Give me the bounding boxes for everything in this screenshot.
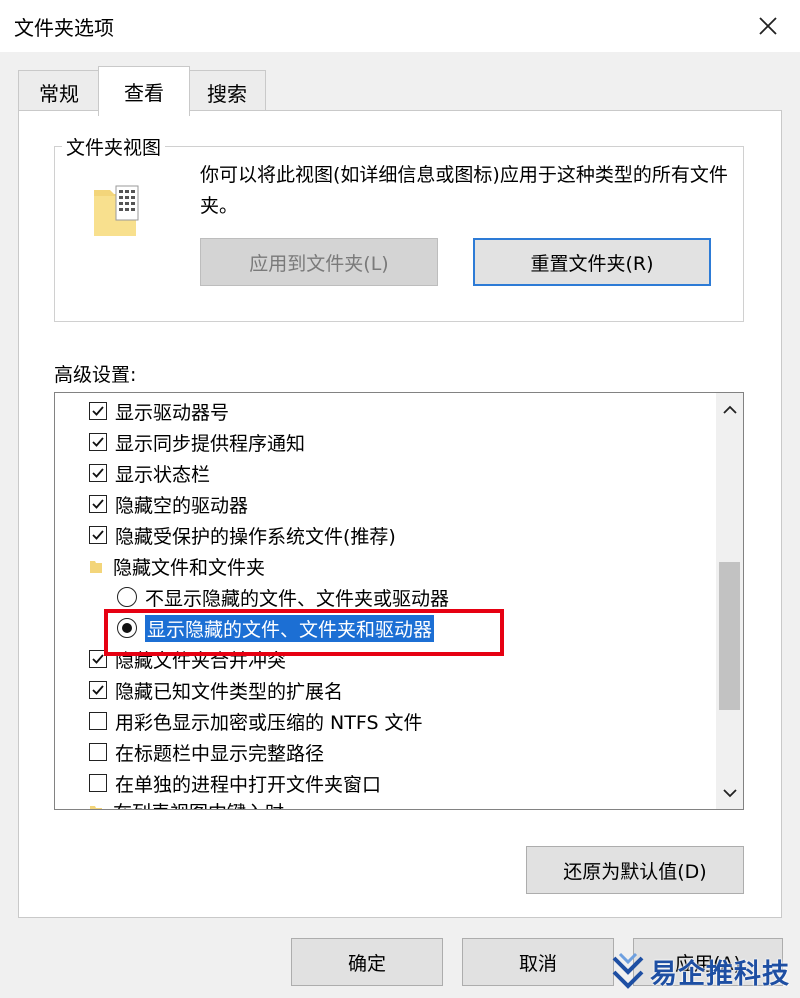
list-item[interactable]: 隐藏空的驱动器 bbox=[89, 489, 248, 519]
list-item[interactable]: 不显示隐藏的文件、文件夹或驱动器 bbox=[117, 582, 449, 612]
check-icon bbox=[92, 654, 104, 664]
list-item[interactable]: 显示同步提供程序通知 bbox=[89, 427, 305, 457]
advanced-settings-list[interactable]: 显示驱动器号 显示同步提供程序通知 显示状态栏 隐藏空的驱动器 隐藏受保护的操作… bbox=[54, 392, 744, 810]
title-bar bbox=[0, 0, 800, 52]
item-label: 在列表视图中键入时 bbox=[113, 798, 284, 810]
cancel-button[interactable]: 取消 bbox=[462, 938, 614, 986]
highlight-annotation bbox=[104, 609, 504, 656]
list-item[interactable]: 用彩色显示加密或压缩的 NTFS 文件 bbox=[89, 706, 423, 736]
item-label: 隐藏空的驱动器 bbox=[115, 494, 249, 517]
checkbox[interactable] bbox=[89, 681, 107, 699]
chevron-up-icon bbox=[722, 405, 737, 414]
item-label: 隐藏已知文件类型的扩展名 bbox=[115, 680, 344, 703]
folder-view-icon bbox=[92, 184, 140, 242]
checkbox[interactable] bbox=[89, 774, 107, 792]
item-label: 显示状态栏 bbox=[115, 463, 211, 486]
window-title: 文件夹选项 bbox=[14, 16, 114, 40]
list-item[interactable]: 在单独的进程中打开文件夹窗口 bbox=[89, 768, 381, 798]
check-icon bbox=[92, 499, 104, 509]
checkbox[interactable] bbox=[89, 464, 107, 482]
item-label: 用彩色显示加密或压缩的 NTFS 文件 bbox=[115, 711, 423, 734]
item-label: 在标题栏中显示完整路径 bbox=[115, 742, 325, 765]
list-item[interactable]: 显示驱动器号 bbox=[89, 396, 229, 426]
watermark-logo-icon bbox=[612, 952, 644, 989]
scroll-up-button[interactable] bbox=[716, 395, 743, 425]
check-icon bbox=[92, 685, 104, 695]
checkbox[interactable] bbox=[89, 712, 107, 730]
list-item[interactable]: 显示状态栏 bbox=[89, 458, 210, 488]
item-label: 不显示隐藏的文件、文件夹或驱动器 bbox=[145, 587, 450, 610]
checkbox[interactable] bbox=[89, 526, 107, 544]
tab-search[interactable]: 搜索 bbox=[188, 70, 266, 114]
list-item: 在列表视图中键入时 bbox=[89, 796, 284, 810]
folder-views-label: 文件夹视图 bbox=[62, 133, 166, 160]
scroll-down-button[interactable] bbox=[716, 778, 743, 808]
restore-defaults-button[interactable]: 还原为默认值(D) bbox=[526, 846, 744, 894]
check-icon bbox=[92, 468, 104, 478]
folder-icon bbox=[90, 561, 102, 573]
apply-to-folders-button[interactable]: 应用到文件夹(L) bbox=[200, 238, 438, 286]
watermark-text: 易企推科技 bbox=[650, 959, 790, 990]
check-icon bbox=[92, 530, 104, 540]
checkbox[interactable] bbox=[89, 402, 107, 420]
folder-views-description: 你可以将此视图(如详细信息或图标)应用于这种类型的所有文件夹。 bbox=[200, 164, 728, 217]
check-icon bbox=[92, 437, 104, 447]
ok-button[interactable]: 确定 bbox=[291, 938, 443, 986]
item-label: 显示驱动器号 bbox=[115, 401, 230, 424]
watermark: 易企推科技 bbox=[610, 945, 800, 998]
list-item[interactable]: 在标题栏中显示完整路径 bbox=[89, 737, 324, 767]
checkbox[interactable] bbox=[89, 433, 107, 451]
item-label: 隐藏受保护的操作系统文件(推荐) bbox=[115, 525, 396, 548]
checkbox[interactable] bbox=[89, 495, 107, 513]
list-item: 隐藏文件和文件夹 bbox=[89, 551, 265, 581]
close-icon bbox=[759, 17, 777, 35]
radio-button[interactable] bbox=[117, 587, 137, 607]
tab-view[interactable]: 查看 bbox=[98, 66, 190, 116]
chevron-down-icon bbox=[722, 789, 737, 798]
checkbox[interactable] bbox=[89, 743, 107, 761]
check-icon bbox=[92, 406, 104, 416]
reset-folders-button[interactable]: 重置文件夹(R) bbox=[473, 238, 711, 286]
item-label: 显示同步提供程序通知 bbox=[115, 432, 306, 455]
close-button[interactable] bbox=[746, 8, 790, 44]
list-item[interactable]: 隐藏受保护的操作系统文件(推荐) bbox=[89, 520, 396, 550]
list-item[interactable]: 隐藏已知文件类型的扩展名 bbox=[89, 675, 343, 705]
scrollbar-thumb[interactable] bbox=[719, 562, 740, 710]
tab-general[interactable]: 常规 bbox=[18, 70, 100, 114]
item-label: 在单独的进程中打开文件夹窗口 bbox=[115, 773, 382, 796]
advanced-settings-label: 高级设置: bbox=[54, 364, 137, 386]
folder-icon bbox=[90, 806, 102, 809]
item-label: 隐藏文件和文件夹 bbox=[113, 556, 266, 579]
